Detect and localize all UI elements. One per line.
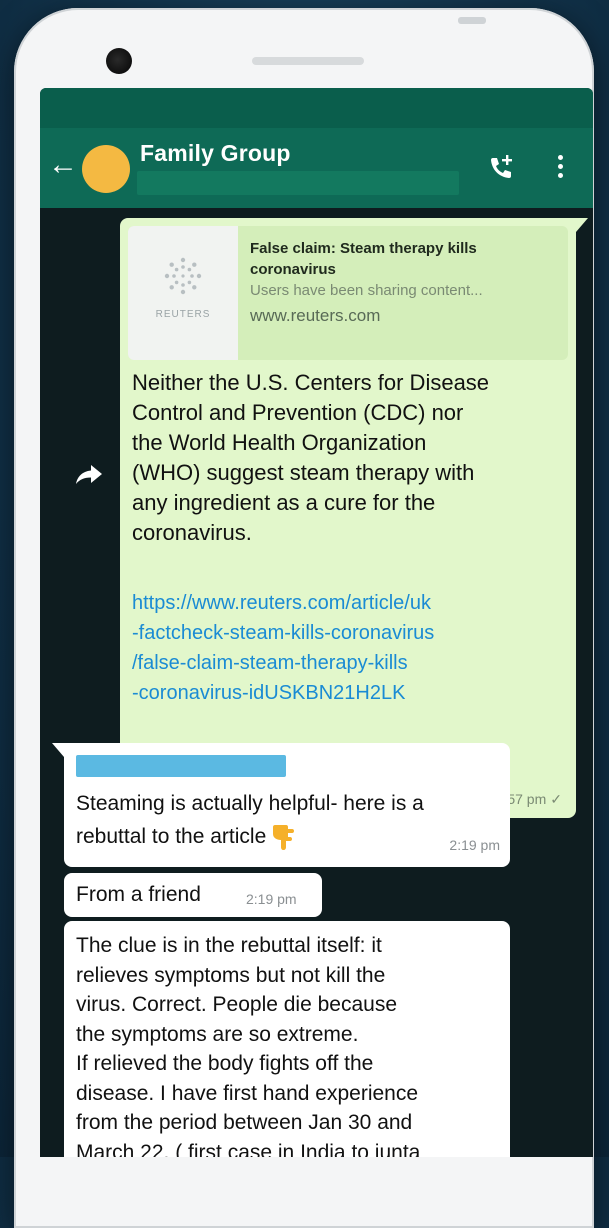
incoming-message[interactable]: Steaming is actually helpful- here is a … — [52, 743, 510, 867]
reuters-logo-icon — [164, 257, 202, 295]
outgoing-message[interactable]: REUTERS False claim: Steam therapy kills… — [120, 218, 588, 818]
message-link[interactable]: https://www.reuters.com/article/uk -fact… — [132, 588, 562, 708]
chat-screen: ← Family Group REUTERS False claim: Stea… — [40, 88, 593, 1157]
message-text: Neither the U.S. Centers for Disease Con… — [132, 370, 490, 545]
phone-sensor — [458, 17, 486, 24]
link-preview-thumbnail: REUTERS — [128, 226, 238, 360]
message-text-content: Steaming is actually helpful- here is a … — [76, 792, 424, 848]
group-avatar[interactable] — [82, 145, 130, 193]
link-preview-description: Users have been sharing content... — [250, 282, 483, 299]
front-camera — [106, 48, 132, 74]
add-call-icon[interactable] — [485, 152, 517, 184]
forward-icon[interactable] — [74, 462, 104, 486]
check-icon: ✓ — [550, 791, 562, 807]
incoming-message[interactable]: From a friend 2:19 pm — [64, 873, 322, 917]
phone-speaker — [252, 57, 364, 65]
incoming-message[interactable]: The clue is in the rebuttal itself: it r… — [64, 921, 510, 1157]
status-bar — [40, 88, 593, 128]
group-title[interactable]: Family Group — [140, 140, 291, 167]
more-vertical-icon[interactable] — [550, 152, 570, 184]
link-preview-domain: www.reuters.com — [250, 306, 381, 325]
group-members-redacted — [137, 171, 459, 195]
message-time: 2:19 pm — [449, 837, 500, 853]
pointing-down-hand-icon — [273, 825, 295, 851]
sender-name-redacted — [76, 755, 286, 777]
message-text: The clue is in the rebuttal itself: it r… — [76, 934, 421, 1157]
arrow-left-icon[interactable]: ← — [48, 150, 78, 180]
message-text: Steaming is actually helpful- here is a … — [76, 787, 496, 853]
link-preview[interactable]: REUTERS False claim: Steam therapy kills… — [128, 226, 568, 360]
message-text: From a friend — [76, 883, 201, 906]
link-preview-title: False claim: Steam therapy kills coronav… — [250, 240, 477, 278]
message-time: 2:19 pm — [246, 891, 297, 907]
reuters-wordmark: REUTERS — [155, 309, 211, 320]
